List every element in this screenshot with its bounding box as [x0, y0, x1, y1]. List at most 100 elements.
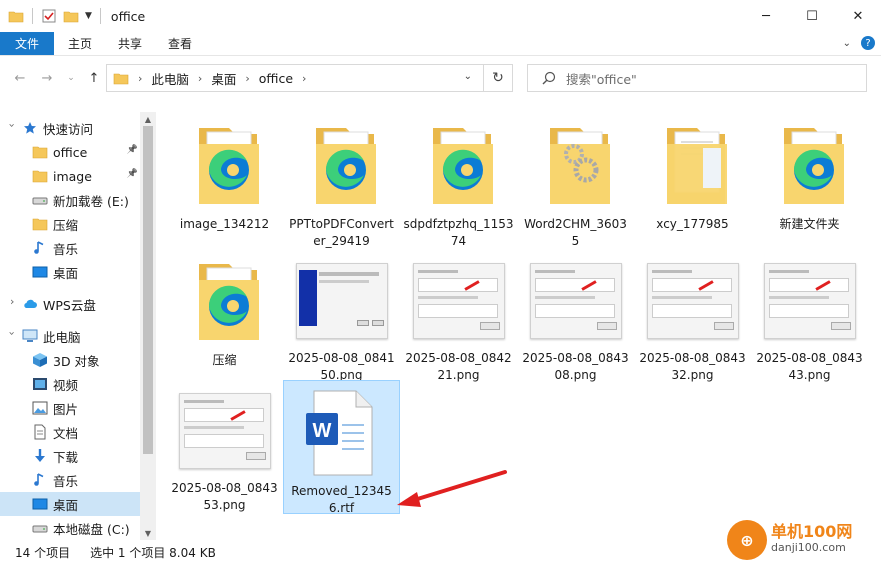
refresh-button[interactable]: ↻	[483, 65, 512, 91]
sidebar-item-7[interactable]: › WPS云盘	[0, 292, 140, 316]
up-button[interactable]: ↑	[83, 67, 105, 89]
navigation-pane: ▲ ▼ › 快速访问 office 📌 image 📌 新加载卷 (E:) 压缩 音乐 桌面 › WP…	[0, 112, 156, 540]
sidebar-scrollbar[interactable]: ▲ ▼	[140, 112, 156, 540]
expand-chevron-icon[interactable]: ›	[6, 123, 19, 127]
tab-home[interactable]: 主页	[54, 32, 105, 55]
svg-text:W: W	[312, 420, 331, 442]
sidebar-item-8[interactable]: › 此电脑	[0, 324, 140, 348]
file-item[interactable]: 压缩	[166, 250, 283, 384]
sidebar-item-9[interactable]: 3D 对象	[0, 348, 140, 372]
file-item[interactable]: 2025-08-08_084343.png	[751, 250, 868, 384]
file-item[interactable]: image_134212	[166, 114, 283, 248]
chevron-right-icon[interactable]: ›	[302, 72, 306, 85]
file-item[interactable]: Word2CHM_36035	[517, 114, 634, 248]
sidebar-item-label: 桌面	[53, 497, 79, 513]
back-button[interactable]: ←	[9, 67, 31, 89]
file-item[interactable]: sdpdfztpzhq_115374	[400, 114, 517, 248]
sidebar-item-2[interactable]: image 📌	[0, 164, 140, 188]
search-box[interactable]: 搜索"office"	[527, 64, 867, 92]
tab-file[interactable]: 文件	[0, 32, 55, 55]
breadcrumb-office[interactable]: office	[259, 71, 293, 86]
minimize-button[interactable]: ─	[743, 0, 789, 32]
folder-icon	[645, 118, 741, 214]
sidebar-item-label: 文档	[53, 425, 79, 441]
file-view: image_134212 PPTtoPDFConverter_29419 sdpdf…	[158, 108, 881, 540]
chevron-down-icon[interactable]: ⌄	[843, 38, 851, 49]
sidebar-item-0[interactable]: › 快速访问	[0, 116, 140, 140]
sidebar-item-14[interactable]: 音乐	[0, 468, 140, 492]
sidebar-item-4[interactable]: 压缩	[0, 212, 140, 236]
tab-view[interactable]: 查看	[155, 32, 205, 55]
file-name: sdpdfztpzhq_115374	[403, 217, 514, 248]
file-name: Word2CHM_36035	[524, 217, 627, 248]
scroll-down-arrow-icon[interactable]: ▼	[140, 526, 156, 540]
properties-icon[interactable]	[41, 8, 57, 24]
file-item[interactable]: 2025-08-08_084150.png	[283, 250, 400, 384]
ribbon-tabs: 文件 主页 共享 查看 ⌄ ?	[0, 32, 881, 56]
file-item[interactable]: 2025-08-08_084221.png	[400, 250, 517, 384]
computer-icon	[22, 328, 38, 344]
sidebar-item-10[interactable]: 视频	[0, 372, 140, 396]
file-item[interactable]: 2025-08-08_084353.png	[166, 380, 283, 514]
file-name: 2025-08-08_084308.png	[522, 351, 629, 382]
watermark-text: 单机100网 danji100.com	[771, 524, 852, 556]
file-name: 新建文件夹	[779, 217, 840, 231]
address-dropdown-icon[interactable]: ⌄	[464, 71, 472, 82]
chevron-right-icon[interactable]: ›	[138, 72, 142, 85]
sidebar-item-16[interactable]: 本地磁盘 (C:)	[0, 516, 140, 540]
file-item[interactable]: PPTtoPDFConverter_29419	[283, 114, 400, 248]
sidebar-item-1[interactable]: office 📌	[0, 140, 140, 164]
explorer-window: ▼ office ─ ☐ ✕ 文件 主页 共享 查看 ⌄ ? ← → ⌄ ↑ ›…	[0, 0, 881, 564]
image-thumbnail	[177, 384, 273, 478]
sidebar-item-label: 音乐	[53, 241, 79, 257]
maximize-button[interactable]: ☐	[789, 0, 835, 32]
file-item[interactable]: 新建文件夹	[751, 114, 868, 248]
help-icon[interactable]: ?	[861, 36, 875, 50]
sidebar-item-5[interactable]: 音乐	[0, 236, 140, 260]
file-item[interactable]: W Removed_123456.rtf	[283, 380, 400, 515]
new-folder-icon[interactable]	[63, 8, 79, 24]
scroll-up-arrow-icon[interactable]: ▲	[140, 112, 156, 126]
sidebar-item-label: 此电脑	[43, 329, 81, 345]
sidebar-item-6[interactable]: 桌面	[0, 260, 140, 284]
sidebar-item-12[interactable]: 文档	[0, 420, 140, 444]
file-item[interactable]: 2025-08-08_084308.png	[517, 250, 634, 384]
file-name: 2025-08-08_084221.png	[405, 351, 512, 382]
expand-chevron-icon[interactable]: ›	[10, 295, 14, 308]
breadcrumb-desktop[interactable]: 桌面	[211, 69, 236, 88]
navigation-bar: ← → ⌄ ↑ › 此电脑 › 桌面 › office › ⌄ ↻ 搜索"off…	[0, 62, 881, 94]
sidebar-item-label: 图片	[53, 401, 79, 417]
image-thumbnail	[528, 254, 624, 348]
sidebar-item-11[interactable]: 图片	[0, 396, 140, 420]
chevron-right-icon[interactable]: ›	[198, 72, 202, 85]
sidebar-item-label: 新加载卷 (E:)	[53, 193, 129, 209]
sidebar-item-label: 压缩	[53, 217, 79, 233]
chevron-down-icon[interactable]: ▼	[85, 11, 92, 21]
folder-icon	[32, 216, 48, 232]
recent-locations-button[interactable]: ⌄	[60, 67, 82, 89]
image-thumbnail	[411, 254, 507, 348]
forward-button[interactable]: →	[36, 67, 58, 89]
chevron-right-icon[interactable]: ›	[245, 72, 249, 85]
sidebar-item-label: 3D 对象	[53, 353, 100, 369]
sidebar-item-15[interactable]: 桌面	[0, 492, 140, 516]
annotation-arrow	[397, 470, 507, 507]
tab-share[interactable]: 共享	[105, 32, 155, 55]
sidebar-item-3[interactable]: 新加载卷 (E:)	[0, 188, 140, 212]
scrollbar-thumb[interactable]	[143, 126, 153, 454]
video-icon	[32, 376, 48, 392]
expand-chevron-icon[interactable]: ›	[6, 331, 19, 335]
folder-icon	[177, 118, 273, 214]
file-name: xcy_177985	[656, 217, 729, 231]
search-placeholder: 搜索"office"	[566, 71, 637, 87]
breadcrumb-this-pc[interactable]: 此电脑	[151, 69, 189, 88]
close-button[interactable]: ✕	[835, 0, 881, 32]
file-item[interactable]: xcy_177985	[634, 114, 751, 248]
drive-icon	[32, 192, 48, 208]
divider	[32, 8, 33, 24]
sidebar-item-13[interactable]: 下载	[0, 444, 140, 468]
file-name: 2025-08-08_084353.png	[171, 481, 278, 512]
file-item[interactable]: 2025-08-08_084332.png	[634, 250, 751, 384]
address-bar[interactable]: › 此电脑 › 桌面 › office › ⌄	[106, 64, 513, 92]
download-icon	[32, 448, 48, 464]
